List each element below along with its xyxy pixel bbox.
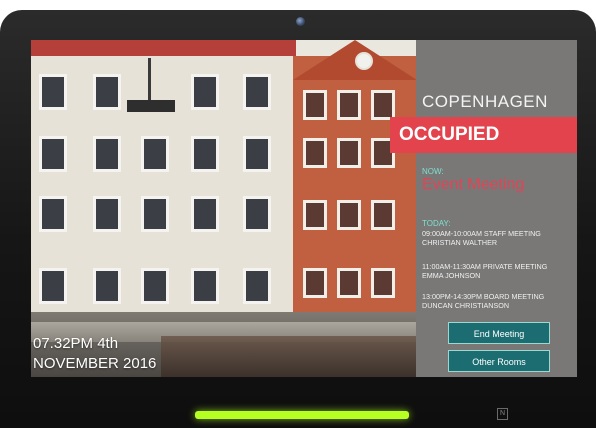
- schedule-item-time-title: 11:00AM-11:30AM PRIVATE MEETING: [422, 262, 548, 271]
- window: [303, 268, 327, 298]
- schedule-item-organizer: DUNCAN CHRISTIANSON: [422, 301, 510, 310]
- lamp-pole: [148, 58, 151, 106]
- window: [303, 90, 327, 120]
- window: [243, 136, 271, 172]
- time-text: 07.32PM 4th: [33, 335, 119, 352]
- schedule-item: 13:00PM-14:30PM BOARD MEETING DUNCAN CHR…: [422, 292, 574, 310]
- window: [39, 74, 67, 110]
- room-display-screen: 07.32PM 4th NOVEMBER 2016 COPENHAGEN OCC…: [31, 40, 577, 377]
- window: [191, 196, 219, 232]
- window: [303, 200, 327, 230]
- schedule-item-organizer: CHRISTIAN WALTHER: [422, 238, 498, 247]
- window: [243, 196, 271, 232]
- room-name: COPENHAGEN: [422, 92, 548, 111]
- window: [39, 136, 67, 172]
- window: [93, 74, 121, 110]
- window: [337, 200, 361, 230]
- gable-round-window: [355, 52, 373, 70]
- window: [371, 90, 395, 120]
- status-led-bar: [195, 411, 409, 419]
- white-building-roof: [31, 40, 296, 56]
- window: [141, 196, 169, 232]
- nfc-icon: N: [497, 408, 508, 420]
- current-event-title: Event Meeting: [422, 176, 525, 193]
- camera-icon: [296, 17, 305, 26]
- window: [39, 196, 67, 232]
- other-rooms-button[interactable]: Other Rooms: [448, 350, 550, 372]
- date-text: NOVEMBER 2016: [33, 355, 157, 372]
- background-photo: 07.32PM 4th NOVEMBER 2016: [31, 40, 416, 377]
- window: [191, 136, 219, 172]
- schedule-item-time-title: 13:00PM-14:30PM BOARD MEETING: [422, 292, 545, 301]
- window: [371, 200, 395, 230]
- window: [141, 136, 169, 172]
- datetime-overlay: 07.32PM 4th NOVEMBER 2016: [33, 334, 156, 374]
- window: [93, 136, 121, 172]
- window: [191, 74, 219, 110]
- window: [303, 138, 327, 168]
- window: [93, 196, 121, 232]
- window: [337, 138, 361, 168]
- room-info-panel: COPENHAGEN OCCUPIED NOW: Event Meeting T…: [390, 40, 577, 377]
- window: [141, 268, 169, 304]
- window: [337, 90, 361, 120]
- balcony: [127, 100, 175, 112]
- window: [191, 268, 219, 304]
- room-status-banner: OCCUPIED: [390, 117, 577, 153]
- window: [243, 74, 271, 110]
- cafe-crowd: [161, 336, 416, 377]
- window: [371, 268, 395, 298]
- window: [93, 268, 121, 304]
- today-label: TODAY:: [422, 219, 451, 228]
- now-label: NOW:: [422, 167, 444, 176]
- schedule-item: 09:00AM-10:00AM STAFF MEETING CHRISTIAN …: [422, 229, 574, 247]
- schedule-item: 11:00AM-11:30AM PRIVATE MEETING EMMA JOH…: [422, 262, 574, 280]
- window: [337, 268, 361, 298]
- schedule-item-organizer: EMMA JOHNSON: [422, 271, 481, 280]
- end-meeting-button[interactable]: End Meeting: [448, 322, 550, 344]
- schedule-item-time-title: 09:00AM-10:00AM STAFF MEETING: [422, 229, 541, 238]
- window: [243, 268, 271, 304]
- window: [39, 268, 67, 304]
